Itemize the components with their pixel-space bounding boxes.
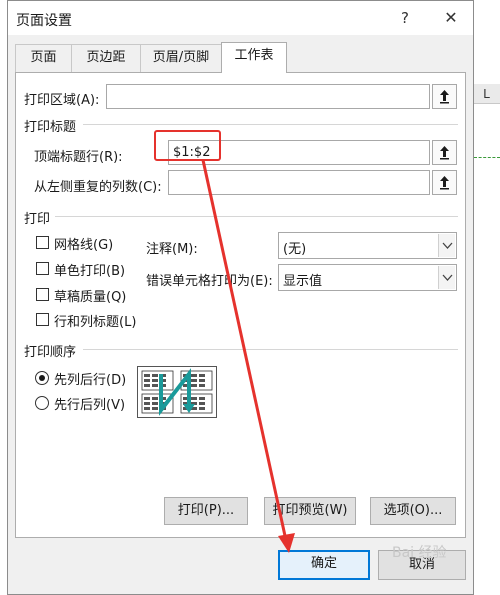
annotation-arrow	[201, 159, 295, 553]
tab-sheet[interactable]: 工作表	[221, 42, 287, 73]
